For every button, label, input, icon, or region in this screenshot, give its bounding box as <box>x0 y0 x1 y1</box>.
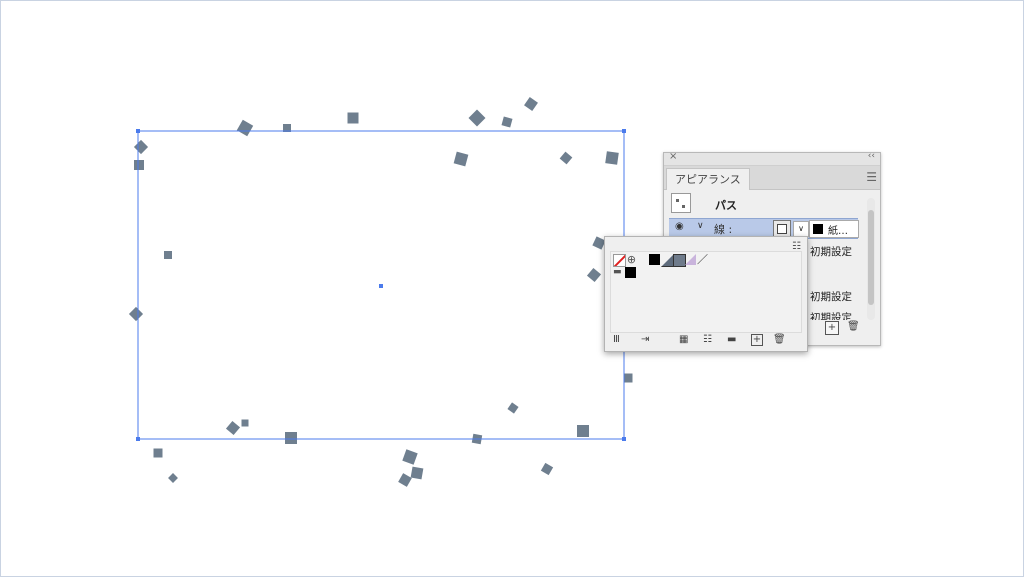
shape-square[interactable] <box>164 251 172 259</box>
shape-square[interactable] <box>134 160 144 170</box>
shape-square[interactable] <box>468 109 486 127</box>
shape-square[interactable] <box>507 402 519 414</box>
swatch-group-icon[interactable]: ☷ <box>703 334 712 346</box>
panel-title-bar[interactable]: × ‹‹ <box>664 151 880 166</box>
swatch-library-icon[interactable]: Ⅲ <box>613 334 620 346</box>
shape-square[interactable] <box>153 448 163 458</box>
swatch-gray-pattern[interactable] <box>673 254 686 267</box>
eye-icon[interactable]: ◉ <box>675 221 684 232</box>
default-text-partial[interactable]: 初期設定 <box>810 310 852 320</box>
place-swatch-icon[interactable]: ⇥ <box>641 334 649 346</box>
shape-square[interactable] <box>398 473 412 487</box>
shape-square[interactable] <box>524 97 538 111</box>
close-icon[interactable]: × <box>669 151 677 162</box>
swatch-lilac[interactable] <box>685 254 696 265</box>
panel-tab-bar: アピアランス ☰ <box>664 166 880 190</box>
swatch-options-icon[interactable]: ▦ <box>679 334 688 346</box>
stroke-label[interactable]: 線 : <box>714 221 732 237</box>
new-folder-icon[interactable]: ▬ <box>727 334 736 346</box>
shape-square[interactable] <box>128 306 144 322</box>
shape-square[interactable] <box>402 449 418 465</box>
opacity-default-text[interactable]: 初期設定 <box>810 244 852 259</box>
shape-square[interactable] <box>410 466 424 480</box>
panel-menu-icon[interactable]: ☰ <box>866 170 877 184</box>
stroke-weight-label: 紙… <box>828 226 848 237</box>
swatch-none[interactable] <box>613 254 626 267</box>
trash-icon[interactable]: 🗑 <box>847 321 860 333</box>
swatch-black[interactable] <box>649 254 660 265</box>
new-item-button[interactable]: + <box>825 321 839 335</box>
target-label: パス <box>715 199 737 212</box>
target-row[interactable]: パス <box>669 193 859 215</box>
folder-icon[interactable]: ▬ <box>613 267 624 278</box>
stroke-dropdown-icon[interactable]: ∨ <box>793 221 809 237</box>
chevron-down-icon[interactable]: ∨ <box>697 221 704 231</box>
scrollbar-thumb[interactable] <box>868 210 874 305</box>
weight-color-swatch <box>813 224 823 234</box>
new-swatch-button[interactable]: + <box>751 334 763 346</box>
selection-handle[interactable] <box>136 129 140 133</box>
shape-square[interactable] <box>347 112 359 124</box>
shape-square[interactable] <box>225 420 241 436</box>
shape-square[interactable] <box>168 473 178 483</box>
fill-default-text[interactable]: 初期設定 <box>810 289 852 304</box>
shape-square[interactable] <box>540 462 554 476</box>
selection-handle[interactable] <box>622 129 626 133</box>
stroke-weight-field[interactable]: 紙… <box>809 220 859 238</box>
shape-square[interactable] <box>453 151 469 167</box>
registration-icon[interactable]: ⊕ <box>626 254 637 265</box>
tab-appearance[interactable]: アピアランス <box>666 168 750 190</box>
shape-square[interactable] <box>559 151 573 165</box>
shape-square[interactable] <box>501 116 513 128</box>
selection-handle[interactable] <box>622 437 626 441</box>
scattered-squares <box>128 97 633 487</box>
shape-square[interactable] <box>236 119 254 137</box>
collapse-icon[interactable]: ‹‹ <box>868 151 875 161</box>
panel-scrollbar[interactable] <box>867 198 875 320</box>
swatch-black-group[interactable] <box>625 267 636 278</box>
center-point[interactable] <box>379 284 383 288</box>
swatch-line-icon[interactable]: ／ <box>697 254 708 265</box>
shape-square[interactable] <box>577 425 589 437</box>
shape-square[interactable] <box>605 151 619 165</box>
shape-square[interactable] <box>133 139 149 155</box>
shape-square[interactable] <box>285 432 297 444</box>
selection-bounding-box[interactable] <box>136 129 626 441</box>
trash-icon[interactable]: 🗑 <box>773 334 786 346</box>
swatch-footer: Ⅲ ⇥ ▦ ☷ ▬ + 🗑 <box>611 334 801 348</box>
swatch-grid: ⊕ ／ ▬ <box>610 251 802 333</box>
swatch-popup: ☷ ⊕ ／ ▬ Ⅲ ⇥ ▦ ☷ ▬ + 🗑 <box>604 236 808 352</box>
selection-handle[interactable] <box>136 437 140 441</box>
shape-square[interactable] <box>241 419 249 427</box>
path-thumbnail <box>671 193 691 213</box>
shape-square[interactable] <box>586 267 602 283</box>
shape-square[interactable] <box>623 373 633 383</box>
